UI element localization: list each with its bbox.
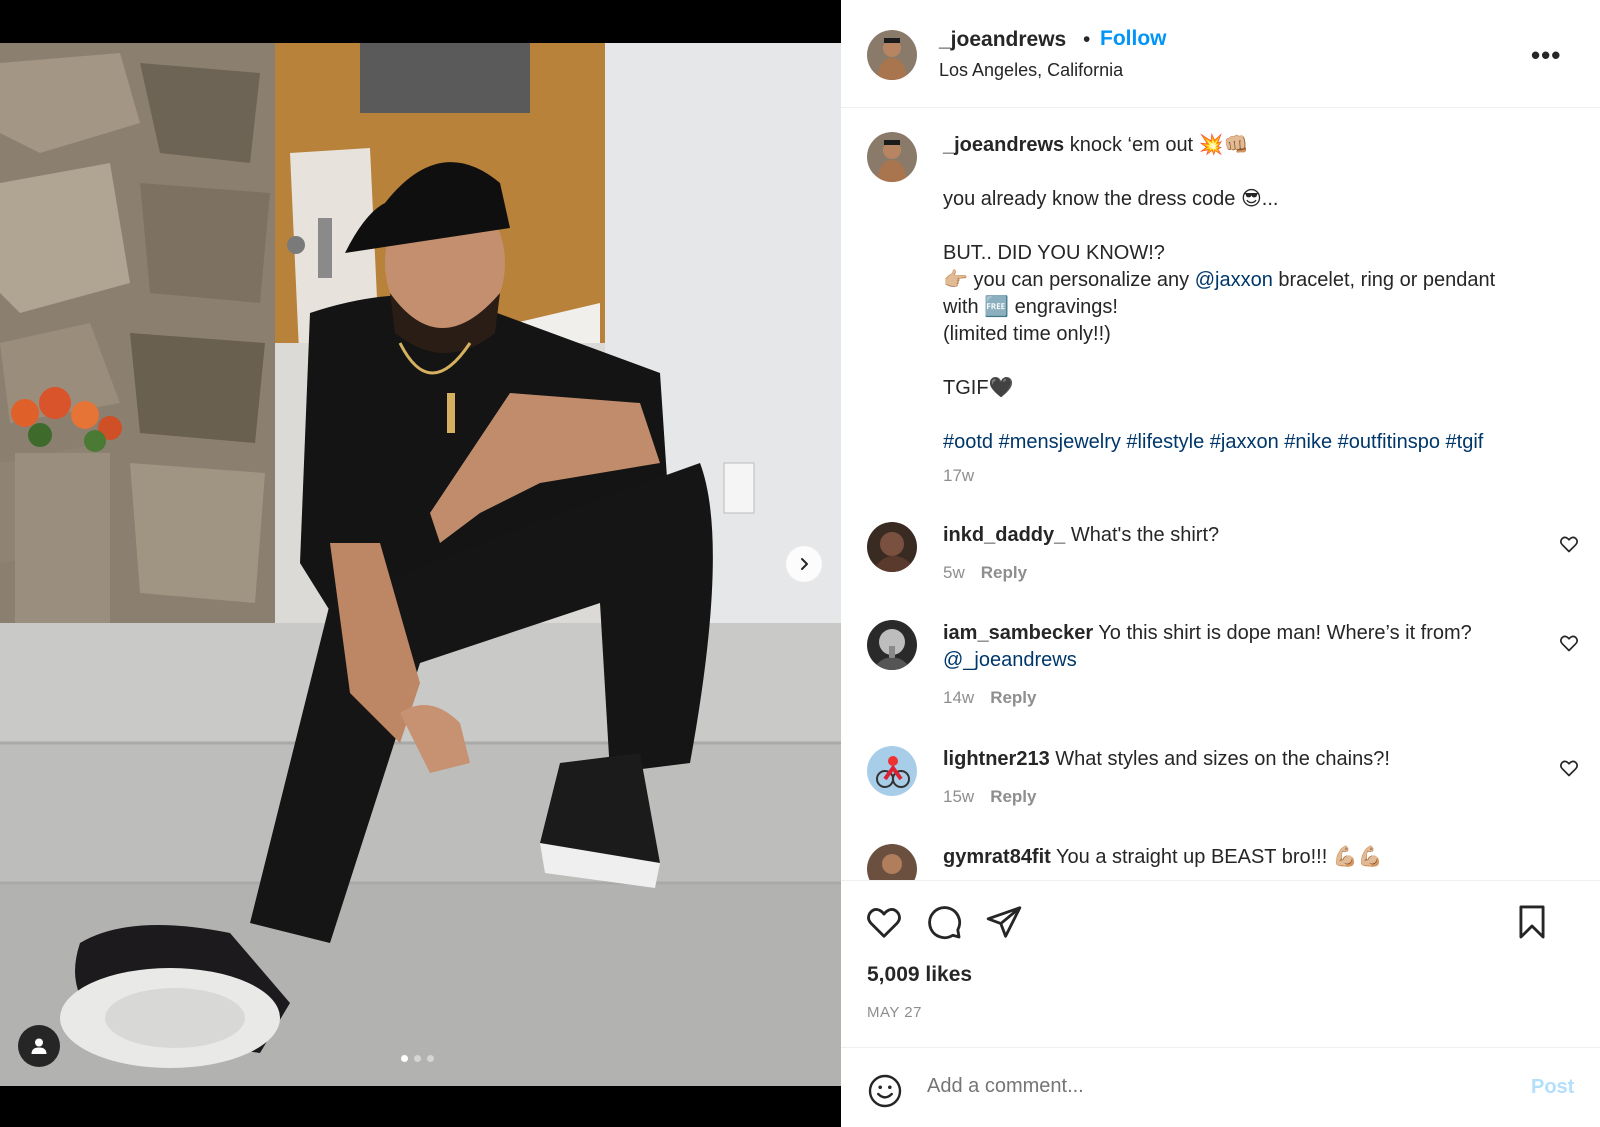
commenter-username[interactable]: lightner213	[943, 748, 1050, 770]
commenter-username[interactable]: inkd_daddy_	[943, 524, 1065, 546]
commenter-username[interactable]: iam_sambecker	[943, 622, 1093, 644]
next-image-button[interactable]	[786, 546, 822, 582]
bookmark-icon[interactable]	[1513, 903, 1551, 941]
comments-list[interactable]: _joeandrews knock ‘em out 💥👊🏼 you alread…	[841, 108, 1600, 880]
comment-composer: Post	[841, 1047, 1600, 1127]
share-icon[interactable]	[985, 903, 1023, 941]
caption-text: 👉🏼 you can personalize any	[943, 269, 1195, 291]
post-location[interactable]: Los Angeles, California	[939, 60, 1123, 81]
comment-meta: 14w Reply	[943, 688, 1036, 708]
reply-button[interactable]: Reply	[990, 787, 1036, 806]
caption-username[interactable]: _joeandrews	[943, 134, 1064, 156]
comment-body: What's the shirt?	[1065, 524, 1220, 546]
post-header: _joeandrews • Follow Los Angeles, Califo…	[841, 0, 1600, 108]
post-photo	[0, 43, 841, 1086]
author-avatar[interactable]	[867, 132, 917, 182]
post-comment-button[interactable]: Post	[1531, 1076, 1574, 1099]
comment-meta: 5w Reply	[943, 563, 1027, 583]
caption-line: with 🆓 engravings!	[943, 296, 1118, 318]
carousel-dot	[401, 1055, 408, 1062]
carousel-dot	[414, 1055, 421, 1062]
caption-line: _joeandrews knock ‘em out 💥👊🏼	[943, 132, 1248, 159]
user-tag-icon	[31, 1038, 47, 1054]
chevron-right-icon	[801, 558, 808, 570]
header-separator: •	[1083, 28, 1091, 51]
media-area	[0, 0, 841, 1127]
mention-link[interactable]: @_joeandrews	[943, 647, 1077, 674]
reply-button[interactable]: Reply	[981, 563, 1027, 582]
emoji-icon[interactable]	[867, 1073, 903, 1109]
carousel-dot	[427, 1055, 434, 1062]
commenter-avatar[interactable]	[867, 746, 917, 796]
comment-time[interactable]: 15w	[943, 787, 974, 806]
author-avatar[interactable]	[867, 30, 917, 80]
heart-icon[interactable]	[865, 903, 903, 941]
caption-line: (limited time only!!)	[943, 323, 1111, 345]
comment-time[interactable]: 14w	[943, 688, 974, 707]
caption-line: you already know the dress code 😎...	[943, 188, 1279, 210]
comment-input[interactable]	[927, 1075, 1487, 1098]
caption-line: 👉🏼 you can personalize any @jaxxon brace…	[943, 267, 1495, 294]
comment-body: What styles and sizes on the chains?!	[1049, 748, 1390, 770]
commenter-avatar[interactable]	[867, 620, 917, 670]
comment-text: inkd_daddy_ What's the shirt?	[943, 522, 1219, 549]
comment-text: gymrat84fit You a straight up BEAST bro!…	[943, 844, 1383, 871]
caption-time[interactable]: 17w	[943, 466, 974, 486]
likes-count[interactable]: 5,009 likes	[867, 963, 972, 987]
mention-link[interactable]: @jaxxon	[1195, 269, 1273, 291]
action-bar: 5,009 likes MAY 27	[841, 880, 1600, 1047]
follow-button[interactable]: Follow	[1100, 27, 1167, 51]
tagged-users-button[interactable]	[18, 1025, 60, 1067]
caption-text: bracelet, ring or pendant	[1272, 269, 1496, 291]
author-username[interactable]: _joeandrews	[939, 28, 1066, 52]
comment-text: iam_sambecker Yo this shirt is dope man!…	[943, 620, 1472, 647]
carousel-indicator	[401, 1055, 434, 1062]
commenter-avatar[interactable]	[867, 522, 917, 572]
comment-body: You a straight up BEAST bro!!! 💪🏼💪🏼	[1050, 846, 1383, 868]
comment-icon[interactable]	[925, 903, 963, 941]
heart-icon[interactable]	[1559, 758, 1579, 778]
post-date: MAY 27	[867, 1004, 922, 1021]
caption-line: BUT.. DID YOU KNOW!?	[943, 242, 1165, 264]
comment-body: Yo this shirt is dope man! Where’s it fr…	[1093, 622, 1472, 644]
comment-time[interactable]: 5w	[943, 563, 965, 582]
commenter-avatar[interactable]	[867, 844, 917, 880]
comment-meta: 15w Reply	[943, 787, 1036, 807]
caption-line: TGIF🖤	[943, 377, 1014, 399]
hashtags[interactable]: #ootd #mensjewelry #lifestyle #jaxxon #n…	[943, 429, 1483, 456]
post-panel: _joeandrews • Follow Los Angeles, Califo…	[841, 0, 1600, 1127]
post-modal: _joeandrews • Follow Los Angeles, Califo…	[0, 0, 1600, 1127]
commenter-username[interactable]: gymrat84fit	[943, 846, 1051, 868]
heart-icon[interactable]	[1559, 534, 1579, 554]
caption-text: knock ‘em out 💥👊🏼	[1064, 134, 1249, 156]
heart-icon[interactable]	[1559, 633, 1579, 653]
reply-button[interactable]: Reply	[990, 688, 1036, 707]
comment-text: lightner213 What styles and sizes on the…	[943, 746, 1390, 773]
more-icon[interactable]: •••	[1531, 40, 1561, 71]
